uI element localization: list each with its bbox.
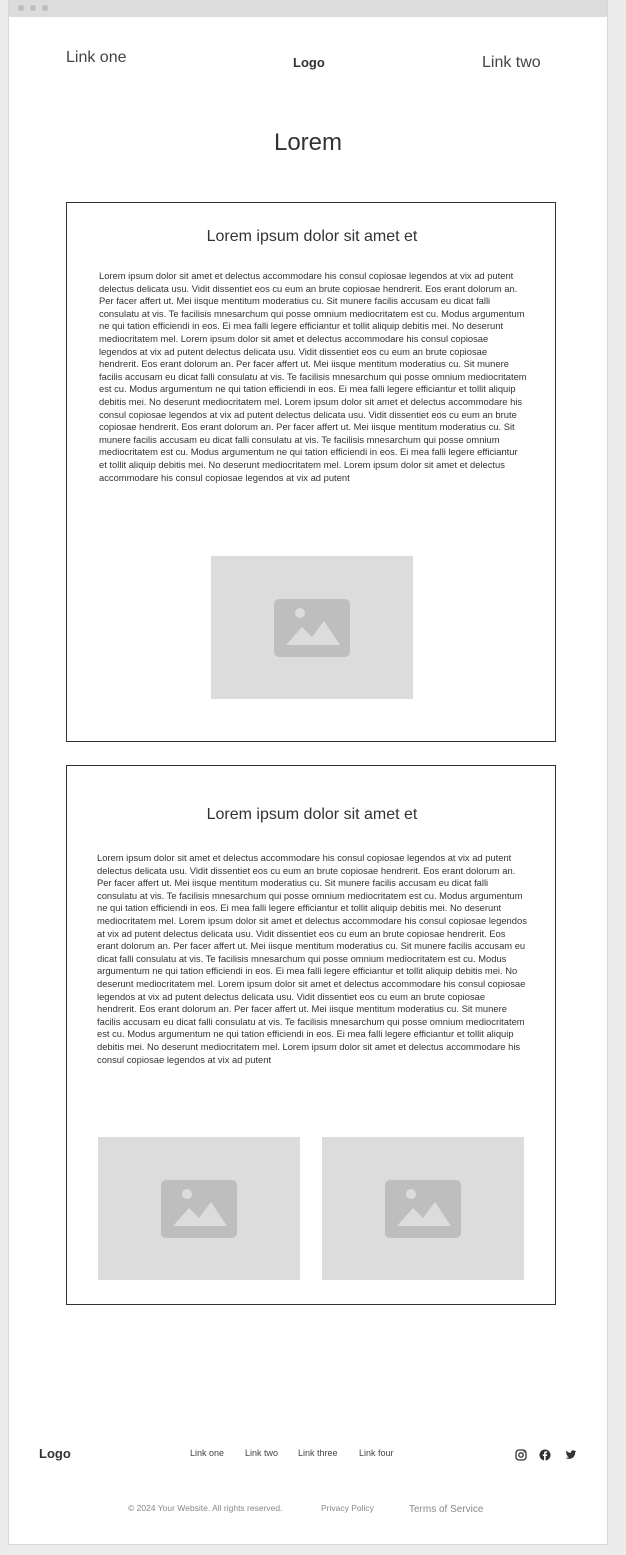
facebook-icon[interactable] (539, 1448, 551, 1461)
window-titlebar (9, 0, 607, 17)
card-body-text: Lorem ipsum dolor sit amet et delectus a… (99, 270, 527, 483)
image-placeholder-icon (161, 1180, 237, 1238)
copyright-text: © 2024 Your Website. All rights reserved… (128, 1503, 283, 1513)
footer-link-one[interactable]: Link one (190, 1448, 224, 1458)
nav-link-two[interactable]: Link two (482, 54, 541, 72)
footer-logo[interactable]: Logo (39, 1446, 71, 1461)
content-card: Lorem ipsum dolor sit amet et Lorem ipsu… (66, 765, 556, 1305)
card-title: Lorem ipsum dolor sit amet et (206, 806, 418, 823)
window-dot-icon[interactable] (30, 5, 36, 11)
content-card: Lorem ipsum dolor sit amet et Lorem ipsu… (66, 202, 556, 742)
terms-of-service-link[interactable]: Terms of Service (409, 1504, 483, 1515)
image-placeholder (211, 556, 413, 699)
browser-window: Link one Logo Link two Lorem Lorem ipsum… (8, 0, 608, 1545)
nav-link-one[interactable]: Link one (66, 49, 127, 67)
image-placeholder (322, 1137, 524, 1280)
card-body-text: Lorem ipsum dolor sit amet et delectus a… (97, 852, 527, 1065)
card-title: Lorem ipsum dolor sit amet et (206, 228, 418, 245)
window-dot-icon[interactable] (18, 5, 24, 11)
footer-link-four[interactable]: Link four (359, 1448, 394, 1458)
instagram-icon[interactable] (515, 1448, 527, 1461)
image-placeholder-icon (385, 1180, 461, 1238)
image-placeholder (98, 1137, 300, 1280)
footer-link-three[interactable]: Link three (298, 1448, 338, 1458)
image-placeholder-icon (274, 599, 350, 657)
window-dot-icon[interactable] (42, 5, 48, 11)
footer-link-two[interactable]: Link two (245, 1448, 278, 1458)
privacy-policy-link[interactable]: Privacy Policy (321, 1503, 374, 1513)
page-title: Lorem (273, 129, 343, 156)
twitter-icon[interactable] (565, 1448, 577, 1460)
header-logo[interactable]: Logo (293, 55, 325, 70)
